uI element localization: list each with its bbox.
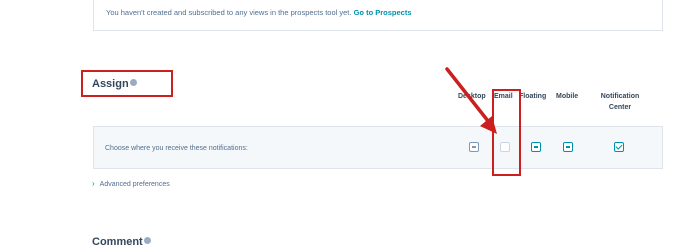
arrow-shaft (445, 67, 490, 123)
info-icon-comment[interactable] (143, 237, 151, 244)
chevron-right-icon: › (92, 179, 95, 188)
arrow-head (480, 116, 497, 134)
advanced-preferences-toggle[interactable]: › Advanced preferences (92, 179, 170, 188)
section-title-comment-text: Comment (92, 236, 143, 248)
red-arrow-annotation (445, 67, 497, 134)
advanced-preferences-label: Advanced preferences (99, 181, 170, 188)
section-title-comment: Comment (92, 236, 151, 248)
